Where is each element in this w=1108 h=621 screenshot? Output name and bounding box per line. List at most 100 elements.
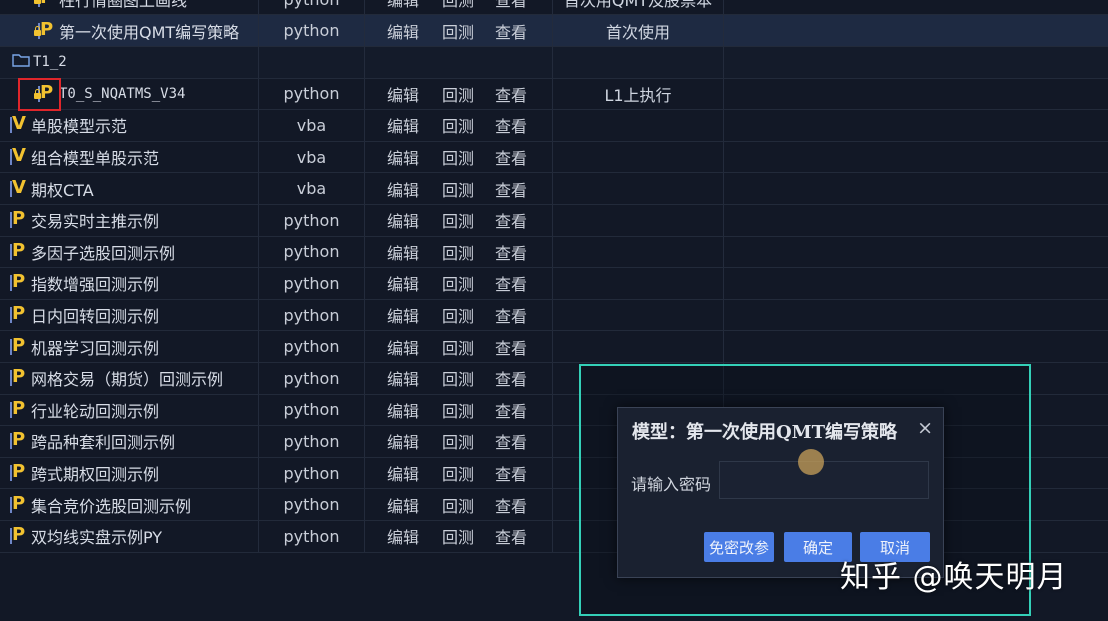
view-link[interactable]: 查看 <box>495 0 529 14</box>
edit-link[interactable]: 编辑 <box>387 489 421 520</box>
table-row[interactable]: P 第一次使用QMT编写策略 python 编辑 回测 查看 首次使用 <box>0 15 1108 47</box>
edit-link[interactable]: 编辑 <box>387 142 421 173</box>
backtest-link[interactable]: 回测 <box>442 173 476 204</box>
name-cell[interactable]: P 行业轮动回测示例 <box>8 395 258 426</box>
name-cell[interactable]: V 期权CTA <box>8 173 258 204</box>
edit-link[interactable]: 编辑 <box>387 300 421 331</box>
backtest-link[interactable]: 回测 <box>442 15 476 46</box>
name-cell[interactable]: P 机器学习回测示例 <box>8 331 258 362</box>
row-name: 网格交易（期货）回测示例 <box>31 370 224 390</box>
close-icon[interactable]: × <box>917 417 933 439</box>
name-cell[interactable]: P 网格交易（期货）回测示例 <box>8 363 258 394</box>
edit-link[interactable]: 编辑 <box>387 237 421 268</box>
view-link[interactable]: 查看 <box>495 79 529 110</box>
name-cell[interactable]: P 多因子选股回测示例 <box>8 237 258 268</box>
table-row[interactable]: V 单股模型示范 vba 编辑 回测 查看 <box>0 110 1108 142</box>
folder-row[interactable]: T1_2 <box>0 47 1108 79</box>
view-link[interactable]: 查看 <box>495 363 529 394</box>
backtest-link[interactable]: 回测 <box>442 331 476 362</box>
backtest-link[interactable]: 回测 <box>442 142 476 173</box>
name-cell[interactable]: P 双均线实盘示例PY <box>8 521 258 552</box>
table-row[interactable]: P 指数增强回测示例 python 编辑 回测 查看 <box>0 268 1108 300</box>
backtest-link[interactable]: 回测 <box>442 426 476 457</box>
name-cell[interactable]: P 跨品种套利回测示例 <box>8 426 258 457</box>
view-link[interactable]: 查看 <box>495 300 529 331</box>
name-cell[interactable]: P 指数增强回测示例 <box>8 268 258 299</box>
backtest-link[interactable]: 回测 <box>442 110 476 141</box>
backtest-link[interactable]: 回测 <box>442 458 476 489</box>
column-divider <box>364 363 365 394</box>
view-link[interactable]: 查看 <box>495 426 529 457</box>
python-file-icon: P <box>10 429 26 451</box>
python-locked-file-icon: P <box>34 0 55 9</box>
view-link[interactable]: 查看 <box>495 521 529 552</box>
view-link[interactable]: 查看 <box>495 268 529 299</box>
table-row[interactable]: P 日内回转回测示例 python 编辑 回测 查看 <box>0 299 1108 332</box>
backtest-link[interactable]: 回测 <box>442 521 476 552</box>
edit-link[interactable]: 编辑 <box>387 205 421 236</box>
table-row[interactable]: P 多因子选股回测示例 python 编辑 回测 查看 <box>0 236 1108 269</box>
language-cell: python <box>283 242 340 262</box>
view-link[interactable]: 查看 <box>495 142 529 173</box>
name-cell[interactable]: V 单股模型示范 <box>8 110 258 141</box>
edit-link[interactable]: 编辑 <box>387 458 421 489</box>
name-cell[interactable]: P 日内回转回测示例 <box>8 300 258 331</box>
edit-link[interactable]: 编辑 <box>387 395 421 426</box>
name-cell[interactable]: P 跨式期权回测示例 <box>8 458 258 489</box>
language-cell: python <box>283 273 340 293</box>
view-link[interactable]: 查看 <box>495 110 529 141</box>
backtest-link[interactable]: 回测 <box>442 300 476 331</box>
red-highlight-box <box>18 78 61 111</box>
password-input[interactable] <box>719 461 929 499</box>
vba-file-icon: V <box>10 145 26 167</box>
name-cell[interactable]: P 交易实时主推示例 <box>8 205 258 236</box>
table-row[interactable]: P 交易实时主推示例 python 编辑 回测 查看 <box>0 205 1108 237</box>
backtest-link[interactable]: 回测 <box>442 237 476 268</box>
language-cell: python <box>283 431 340 451</box>
edit-link[interactable]: 编辑 <box>387 363 421 394</box>
table-row[interactable]: V 组合模型单股示范 vba 编辑 回测 查看 <box>0 141 1108 174</box>
view-link[interactable]: 查看 <box>495 331 529 362</box>
edit-link[interactable]: 编辑 <box>387 331 421 362</box>
name-cell[interactable]: P 柱行情圈图上画线 <box>8 0 258 14</box>
name-cell[interactable]: T1_2 <box>8 47 258 78</box>
table-row[interactable]: P 机器学习回测示例 python 编辑 回测 查看 <box>0 331 1108 363</box>
backtest-link[interactable]: 回测 <box>442 205 476 236</box>
view-link[interactable]: 查看 <box>495 15 529 46</box>
column-divider <box>552 47 553 78</box>
name-cell[interactable]: V 组合模型单股示范 <box>8 142 258 173</box>
backtest-link[interactable]: 回测 <box>442 489 476 520</box>
language-cell: python <box>283 337 340 357</box>
edit-link[interactable]: 编辑 <box>387 0 421 14</box>
table-row[interactable]: P T0_S_NQATMS_V34 python 编辑 回测 查看 L1上执行 <box>0 78 1108 111</box>
backtest-link[interactable]: 回测 <box>442 79 476 110</box>
edit-link[interactable]: 编辑 <box>387 426 421 457</box>
edit-link[interactable]: 编辑 <box>387 79 421 110</box>
view-link[interactable]: 查看 <box>495 173 529 204</box>
view-link[interactable]: 查看 <box>495 237 529 268</box>
table-row[interactable]: V 期权CTA vba 编辑 回测 查看 <box>0 173 1108 205</box>
python-file-icon: P <box>10 461 26 483</box>
view-link[interactable]: 查看 <box>495 489 529 520</box>
edit-link[interactable]: 编辑 <box>387 521 421 552</box>
edit-link[interactable]: 编辑 <box>387 268 421 299</box>
password-free-edit-button[interactable]: 免密改参 <box>704 532 774 562</box>
name-cell[interactable]: P 第一次使用QMT编写策略 <box>8 15 258 46</box>
language-cell: python <box>283 526 340 546</box>
table-row[interactable]: P 柱行情圈图上画线 python 编辑 回测 查看 首次用QMT及股票本 <box>0 0 1108 16</box>
name-cell[interactable]: P 集合竞价选股回测示例 <box>8 489 258 520</box>
backtest-link[interactable]: 回测 <box>442 0 476 14</box>
backtest-link[interactable]: 回测 <box>442 395 476 426</box>
column-divider <box>723 268 724 299</box>
view-link[interactable]: 查看 <box>495 458 529 489</box>
view-link[interactable]: 查看 <box>495 205 529 236</box>
edit-link[interactable]: 编辑 <box>387 110 421 141</box>
note-cell: 首次使用 <box>605 22 670 42</box>
edit-link[interactable]: 编辑 <box>387 173 421 204</box>
edit-link[interactable]: 编辑 <box>387 15 421 46</box>
column-divider <box>258 426 259 457</box>
vba-file-icon: V <box>10 176 26 198</box>
view-link[interactable]: 查看 <box>495 395 529 426</box>
backtest-link[interactable]: 回测 <box>442 363 476 394</box>
backtest-link[interactable]: 回测 <box>442 268 476 299</box>
